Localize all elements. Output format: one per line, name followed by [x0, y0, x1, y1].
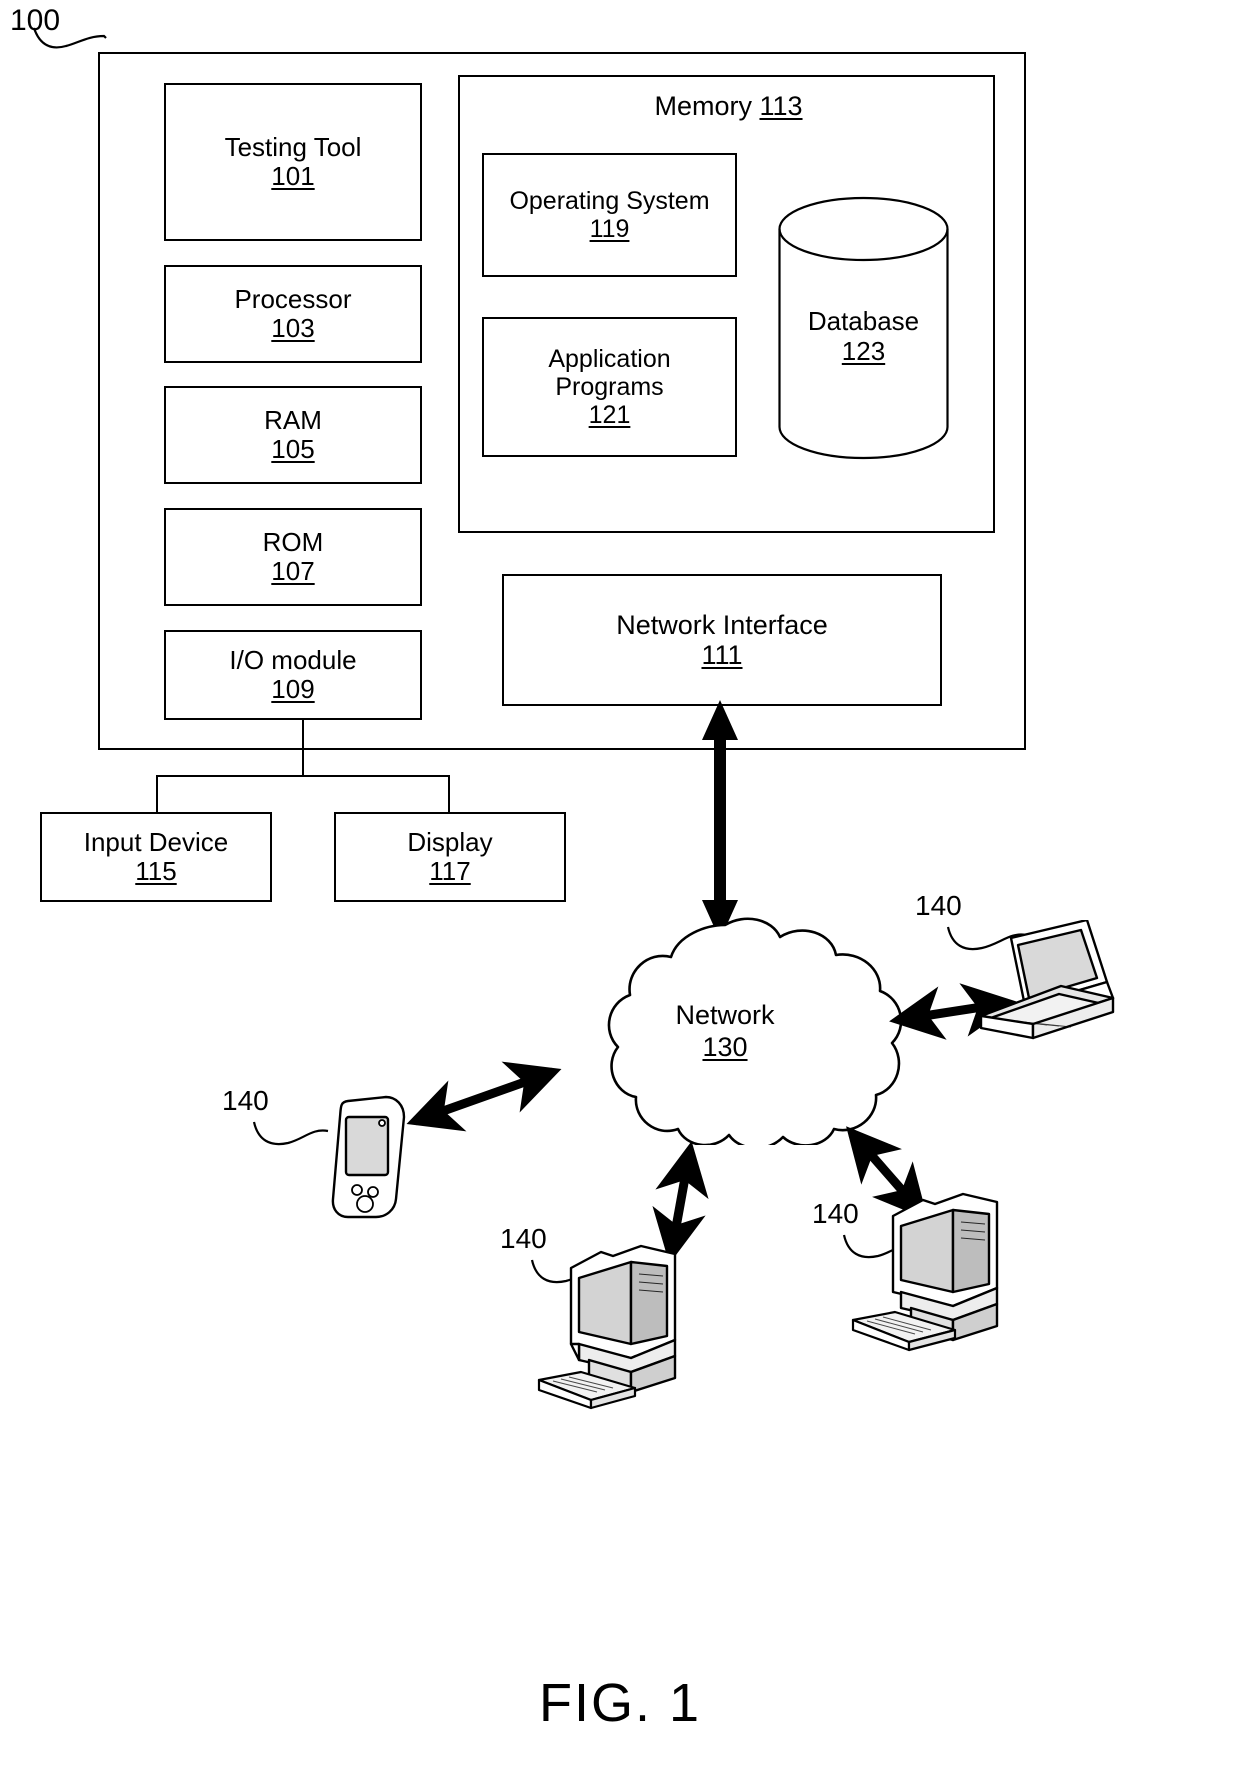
rom-label: ROM	[262, 526, 324, 557]
io-connector-right	[448, 775, 450, 813]
io-module-box: I/O module 109	[164, 630, 422, 720]
processor-label: Processor	[234, 283, 352, 314]
io-connector-bus	[156, 775, 450, 777]
input-device-box: Input Device 115	[40, 812, 272, 902]
patent-figure: 100 Testing Tool 101 Processor 103 RAM 1…	[0, 0, 1240, 1768]
network-interface-label: Network Interface	[616, 609, 828, 640]
testing-tool-number: 101	[271, 161, 315, 191]
database-label-group: Database 123	[773, 306, 954, 366]
network-interface-number: 111	[701, 640, 743, 670]
database-cylinder-icon: Database 123	[773, 195, 954, 467]
io-module-label: I/O module	[229, 644, 357, 675]
network-interface-cloud-arrow	[702, 700, 738, 940]
operating-system-number: 119	[589, 215, 630, 243]
rom-number: 107	[271, 556, 315, 586]
io-connector-left	[156, 775, 158, 813]
figure-caption: FIG. 1	[538, 1673, 702, 1733]
application-programs-label: Application Programs	[548, 345, 671, 401]
database-number: 123	[841, 335, 886, 366]
testing-tool-box: Testing Tool 101	[164, 83, 422, 241]
testing-tool-label: Testing Tool	[224, 131, 362, 162]
network-interface-box: Network Interface 111	[502, 574, 942, 706]
network-cloud-icon: Network 130	[540, 915, 910, 1150]
application-programs-number: 121	[588, 401, 631, 429]
memory-container: Memory 113 Operating System 119 Applicat…	[458, 75, 995, 533]
io-connector-stem	[302, 720, 304, 776]
application-programs-box: Application Programs 121	[482, 317, 737, 457]
input-device-number: 115	[135, 856, 177, 886]
operating-system-label: Operating System	[509, 187, 710, 215]
reference-numeral-140-mobile: 140	[222, 1085, 269, 1116]
input-device-label: Input Device	[83, 826, 229, 857]
laptop-terminal-icon	[965, 918, 1115, 1065]
memory-label: Memory	[654, 91, 752, 121]
network-number: 130	[702, 1032, 748, 1063]
ram-number: 105	[271, 434, 315, 464]
memory-title: Memory 113	[460, 91, 997, 122]
memory-number: 113	[759, 91, 803, 121]
display-number: 117	[429, 856, 471, 886]
mobile-phone-terminal-icon	[320, 1095, 425, 1220]
network-label-group: Network 130	[540, 999, 910, 1064]
processor-number: 103	[271, 313, 315, 343]
ram-label: RAM	[264, 404, 322, 435]
operating-system-box: Operating System 119	[482, 153, 737, 277]
display-label: Display	[407, 826, 493, 857]
display-box: Display 117	[334, 812, 566, 902]
arrow-cloud-mobile	[406, 1061, 562, 1132]
io-module-number: 109	[271, 674, 315, 704]
processor-box: Processor 103	[164, 265, 422, 363]
desktop-computer-terminal-icon-center	[535, 1240, 720, 1415]
ram-box: RAM 105	[164, 386, 422, 484]
desktop-computer-terminal-icon-right	[845, 1190, 1030, 1360]
network-label: Network	[675, 1000, 775, 1030]
reference-numeral-140-laptop: 140	[915, 890, 962, 921]
database-label: Database	[807, 306, 920, 336]
rom-box: ROM 107	[164, 508, 422, 606]
